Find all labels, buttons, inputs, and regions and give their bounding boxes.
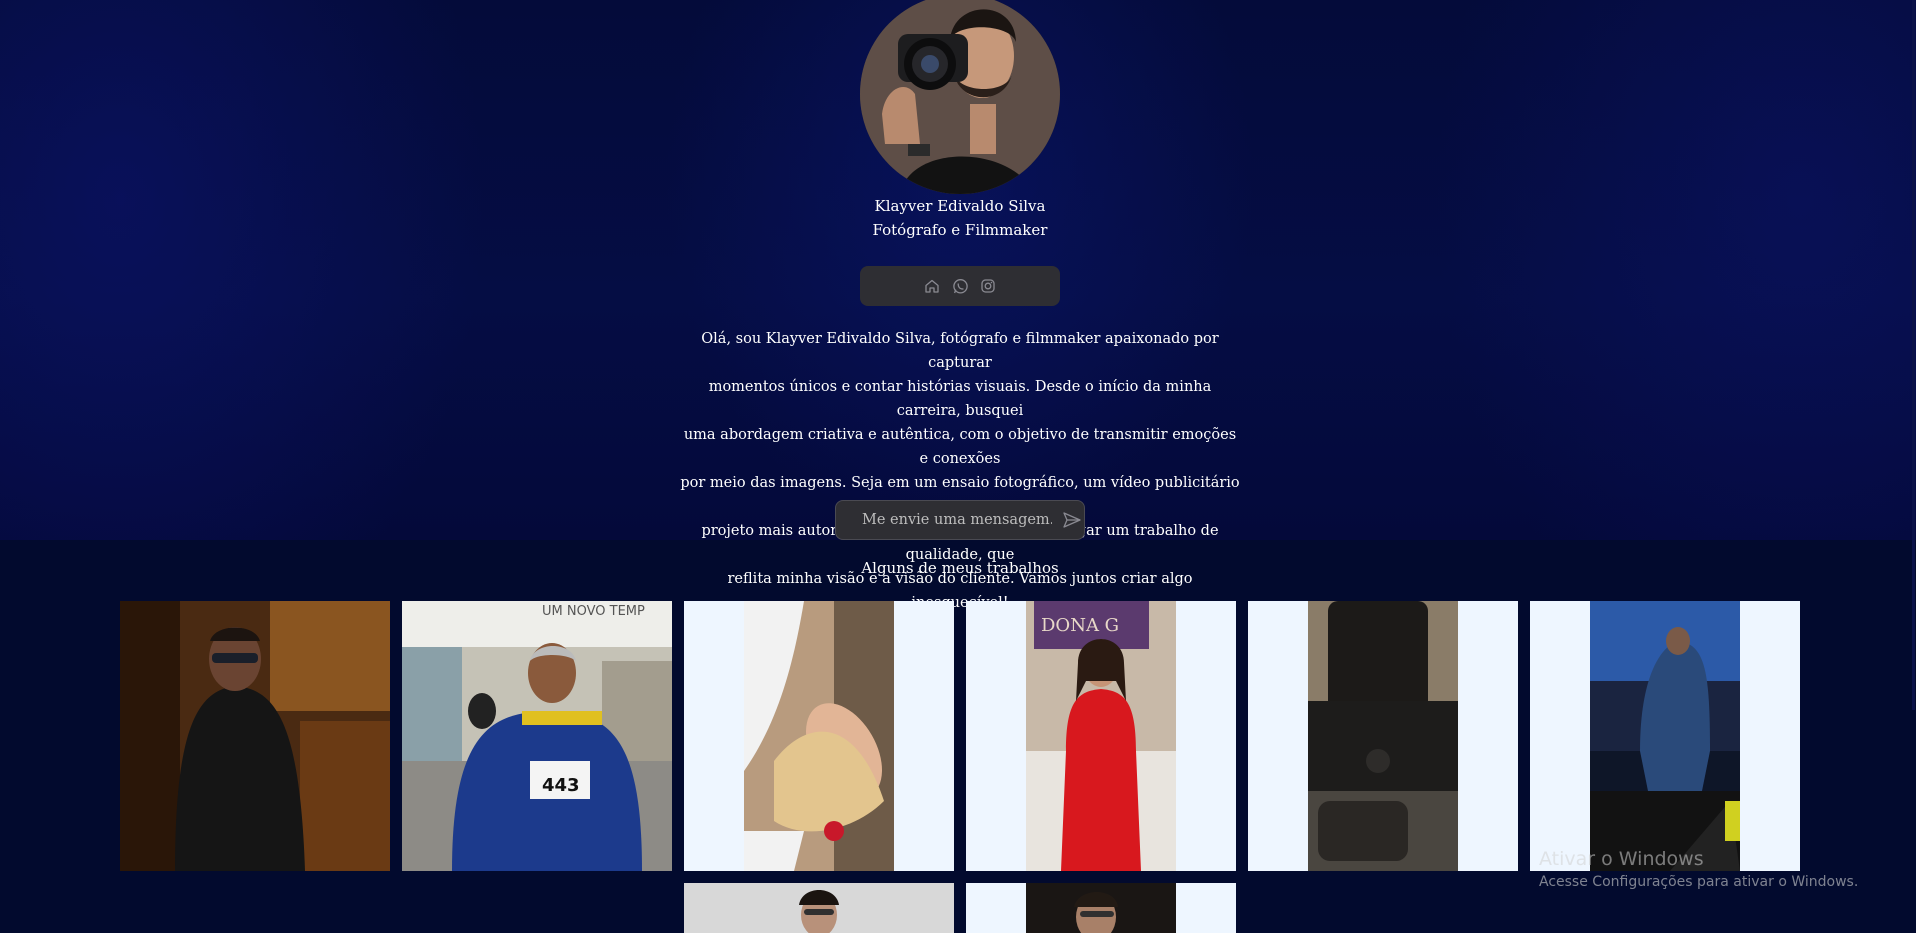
avatar [860, 0, 1060, 194]
message-form [835, 500, 1085, 540]
store-sign-text: DONA G [1041, 615, 1119, 636]
gallery-photo[interactable] [684, 883, 954, 933]
avatar-photo [860, 0, 1060, 194]
gallery-photo[interactable]: UM NOVO TEMP 443 [402, 601, 672, 871]
whatsapp-icon[interactable] [951, 277, 969, 295]
instagram-icon[interactable] [979, 277, 997, 295]
send-icon[interactable] [1062, 510, 1082, 530]
gallery-photo[interactable] [684, 601, 954, 871]
profile-role: Fotógrafo e Filmmaker [872, 221, 1048, 239]
home-icon[interactable] [923, 277, 941, 295]
bio-line: uma abordagem criativa e autêntica, com … [683, 427, 1237, 467]
race-bib-text: 443 [542, 775, 580, 796]
gallery-photo[interactable]: DONA G [966, 601, 1236, 871]
gallery-photo[interactable] [966, 883, 1236, 933]
bio-line: momentos únicos e contar histórias visua… [708, 379, 1212, 419]
gallery-photo[interactable] [1530, 601, 1800, 871]
gallery-title: Alguns de meus trabalhos [861, 559, 1059, 577]
profile-name: Klayver Edivaldo Silva [874, 197, 1046, 215]
event-banner-text: UM NOVO TEMP [542, 604, 645, 619]
social-links [860, 266, 1060, 306]
windows-activation-subtitle: Acesse Configurações para ativar o Windo… [1539, 874, 1859, 890]
bio-line: Olá, sou Klayver Edivaldo Silva, fotógra… [701, 331, 1219, 371]
gallery-photo[interactable] [1248, 601, 1518, 871]
windows-activation-title: Ativar o Windows [1539, 848, 1704, 870]
message-input[interactable] [860, 511, 1054, 529]
gallery-photo[interactable] [120, 601, 390, 871]
page-edge [1912, 0, 1915, 710]
